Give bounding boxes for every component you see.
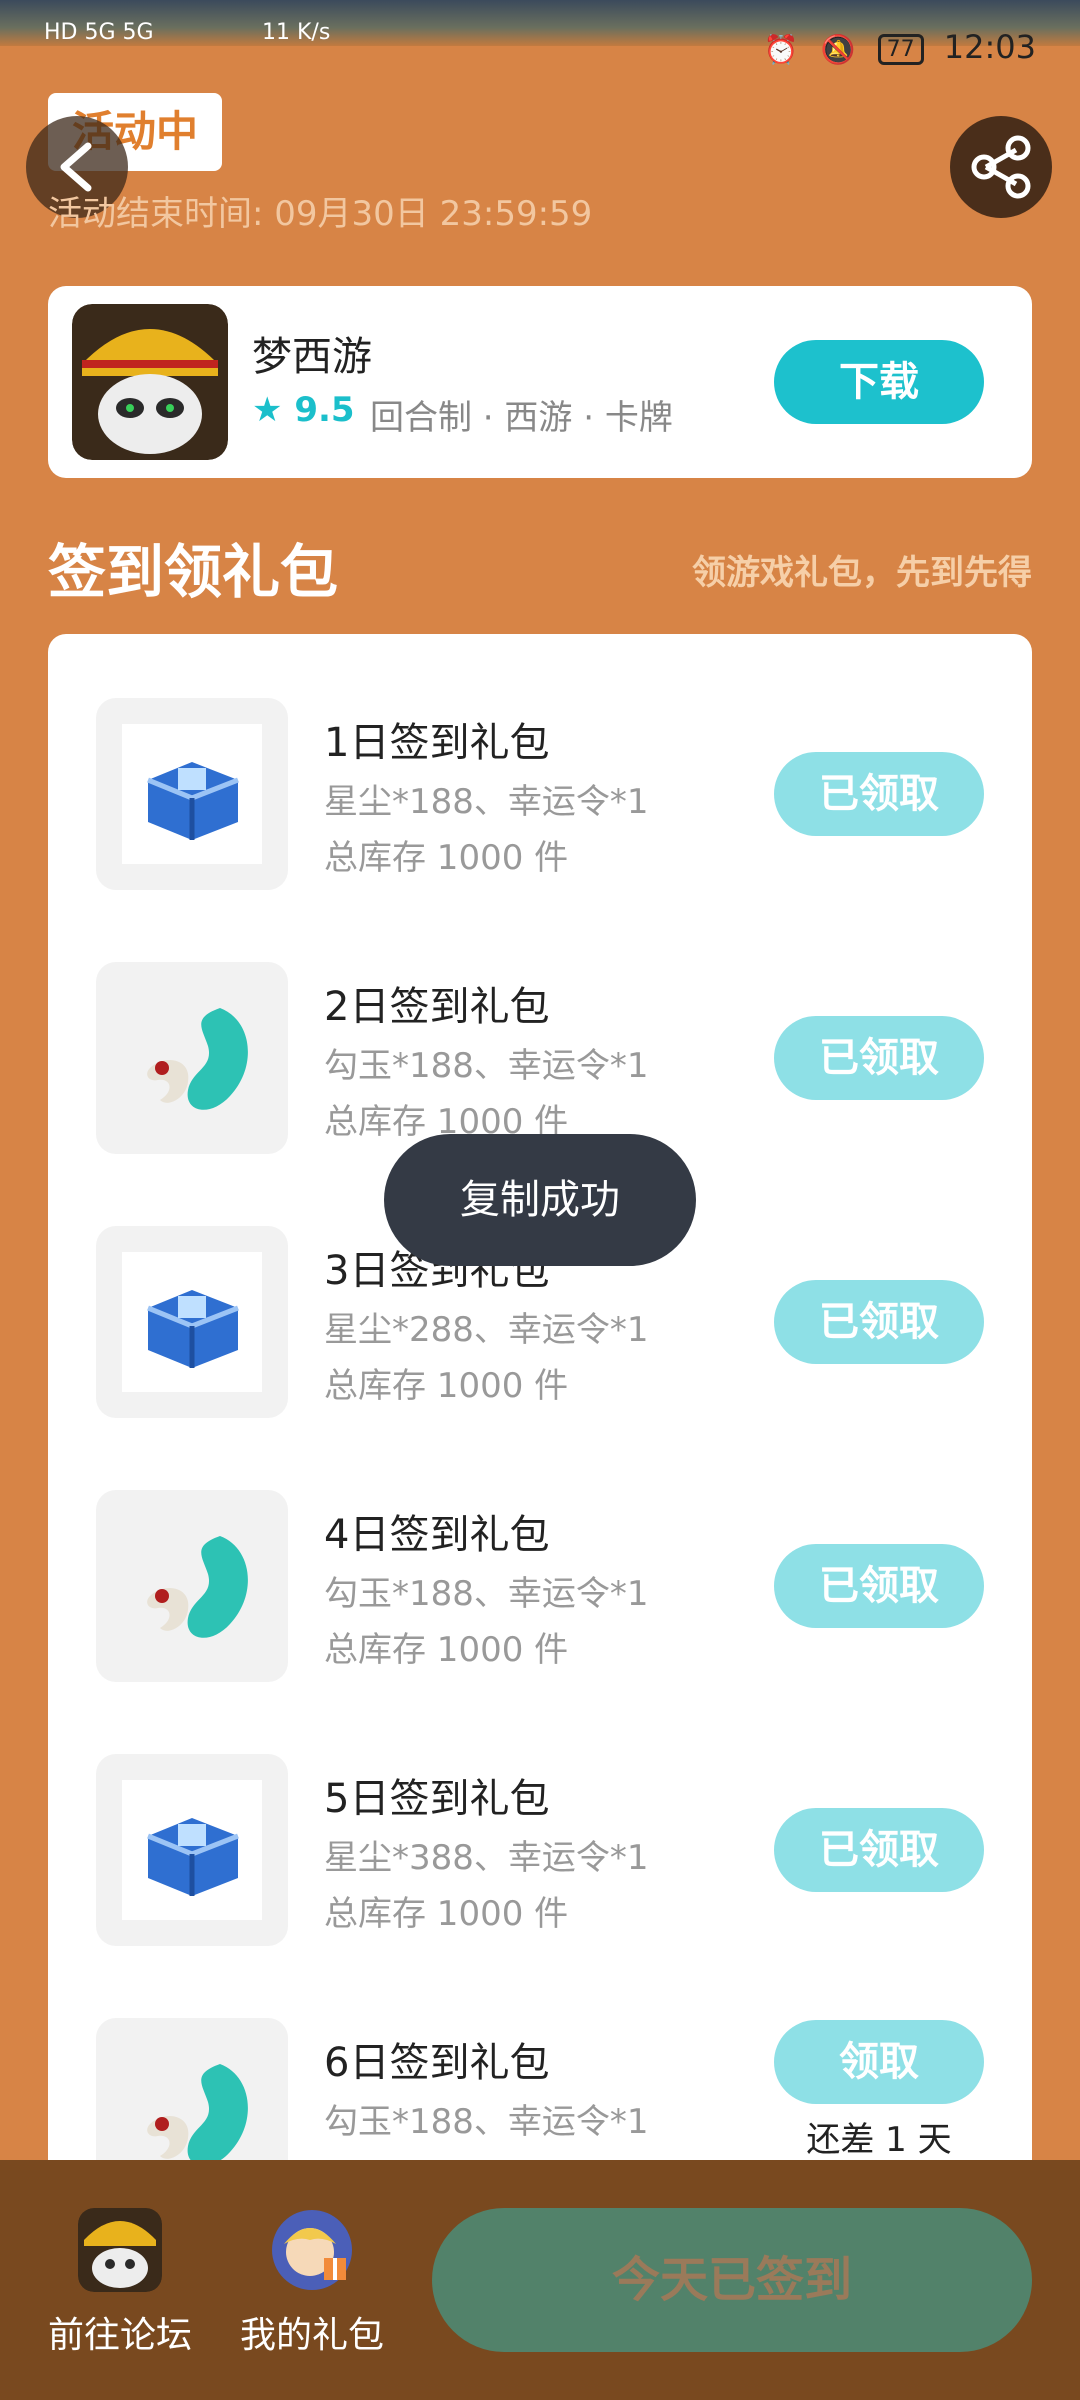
gift-thumbnail — [96, 1490, 288, 1682]
claim-button[interactable]: 领取 — [774, 2020, 984, 2104]
forum-label: 前往论坛 — [47, 2315, 192, 2356]
alarm-icon: ⏰ — [763, 32, 799, 66]
clock: 12:03 — [943, 28, 1036, 66]
claimed-button[interactable]: 已领取 — [774, 1808, 984, 1892]
toast-message: 复制成功 — [384, 1134, 696, 1266]
chest-icon — [122, 724, 262, 864]
gift-desc: 勾玉*188、幸运令*1 — [324, 2102, 649, 2142]
star-icon: ★ — [252, 390, 283, 430]
list-item: 5日签到礼包 星尘*388、幸运令*1 总库存 1000 件 已领取 — [48, 1718, 1032, 1982]
status-right: ⏰ 🔕 77 12:03 — [764, 28, 1036, 66]
gift-thumbnail — [96, 698, 288, 890]
claimed-button[interactable]: 已领取 — [774, 1544, 984, 1628]
mute-icon: 🔕 — [820, 32, 856, 66]
gift-desc: 勾玉*188、幸运令*1 — [324, 1574, 649, 1614]
event-end-time: 活动结束时间: 09月30日 23:59:59 — [48, 194, 593, 234]
gift-stock: 总库存 1000 件 — [324, 1630, 569, 1670]
battery-indicator: 77 — [877, 33, 924, 65]
gift-title: 2日签到礼包 — [324, 984, 550, 1030]
share-button[interactable] — [950, 116, 1052, 218]
gift-avatar-icon — [272, 2210, 352, 2290]
gift-thumbnail — [96, 1226, 288, 1418]
game-icon — [78, 2208, 162, 2292]
network-speed: 11 K/s — [262, 20, 331, 45]
section-title: 签到领礼包 — [48, 538, 339, 606]
network-indicator: HD 5G 5G — [44, 20, 154, 45]
share-icon — [971, 135, 1031, 199]
game-card[interactable]: 梦西游 ★ 9.5 回合制 · 西游 · 卡牌 下载 — [48, 286, 1032, 478]
gift-title: 5日签到礼包 — [324, 1776, 550, 1822]
bottom-bar: 前往论坛 我的礼包 今天已签到 — [0, 2160, 1080, 2400]
gift-title: 6日签到礼包 — [324, 2040, 550, 2086]
my-gifts-label: 我的礼包 — [239, 2315, 384, 2356]
gift-thumbnail — [96, 962, 288, 1154]
my-gifts-button[interactable]: 我的礼包 — [232, 2208, 392, 2358]
gift-thumbnail — [96, 1754, 288, 1946]
jade-icon — [147, 1536, 248, 1638]
status-bar: HD 5G 5G 11 K/s ⏰ 🔕 77 12:03 — [0, 0, 1080, 66]
claimed-button[interactable]: 已领取 — [774, 1016, 984, 1100]
chest-icon — [122, 1252, 262, 1392]
list-item: 4日签到礼包 勾玉*188、幸运令*1 总库存 1000 件 已领取 — [48, 1454, 1032, 1718]
signed-today-button[interactable]: 今天已签到 — [432, 2208, 1032, 2352]
claimed-button[interactable]: 已领取 — [774, 752, 984, 836]
gift-desc: 勾玉*188、幸运令*1 — [324, 1046, 649, 1086]
section-subtitle: 领游戏礼包，先到先得 — [692, 553, 1032, 593]
gift-desc: 星尘*288、幸运令*1 — [324, 1310, 649, 1350]
chest-icon — [122, 1780, 262, 1920]
forum-button[interactable]: 前往论坛 — [40, 2208, 200, 2358]
days-remaining: 还差 1 天 — [806, 2120, 952, 2160]
game-name: 梦西游 — [252, 334, 372, 380]
game-rating: ★ 9.5 — [252, 390, 355, 430]
game-tags: 回合制 · 西游 · 卡牌 — [370, 398, 673, 438]
gift-title: 4日签到礼包 — [324, 1512, 550, 1558]
gift-desc: 星尘*188、幸运令*1 — [324, 782, 649, 822]
gift-desc: 星尘*388、幸运令*1 — [324, 1838, 649, 1878]
gift-stock: 总库存 1000 件 — [324, 838, 569, 878]
jade-icon — [147, 1008, 248, 1110]
claimed-button[interactable]: 已领取 — [774, 1280, 984, 1364]
rating-value: 9.5 — [294, 390, 355, 430]
list-item: 1日签到礼包 星尘*188、幸运令*1 总库存 1000 件 已领取 — [48, 662, 1032, 926]
download-button[interactable]: 下载 — [774, 340, 984, 424]
game-icon — [72, 304, 228, 460]
gift-title: 1日签到礼包 — [324, 720, 550, 766]
gift-stock: 总库存 1000 件 — [324, 1894, 569, 1934]
gift-list: 1日签到礼包 星尘*188、幸运令*1 总库存 1000 件 已领取 2日签到礼… — [48, 634, 1032, 2234]
gift-stock: 总库存 1000 件 — [324, 1366, 569, 1406]
